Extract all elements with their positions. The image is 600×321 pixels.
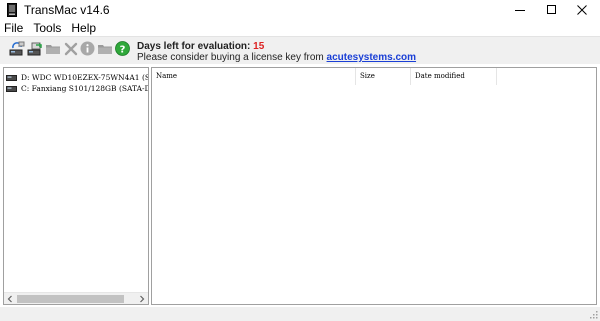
new-folder-icon <box>97 44 112 54</box>
drive-item-d[interactable]: D: WDC WD10EZEX-75WN4A1 (SATA-D <box>6 72 148 83</box>
evaluation-notice: Days left for evaluation: 15 <box>137 41 264 52</box>
window-title: TransMac v14.6 <box>24 3 110 17</box>
file-list[interactable]: Name Size Date modified <box>151 67 597 305</box>
new-folder-button <box>96 40 113 57</box>
resize-grip-icon[interactable] <box>589 310 598 319</box>
help-button[interactable]: ? <box>114 40 131 57</box>
chevron-left-icon <box>7 295 12 303</box>
drive-open-icon <box>27 42 42 55</box>
license-prefix: Please consider buying a license key fro… <box>137 52 324 63</box>
license-notice: Please consider buying a license key fro… <box>137 52 416 63</box>
column-header-name[interactable]: Name <box>152 68 356 85</box>
drive-label: C: Fanxiang S101/128GB (SATA-D <box>21 84 149 93</box>
column-header-date-modified[interactable]: Date modified <box>411 68 497 85</box>
delete-button <box>62 40 79 57</box>
hard-drive-icon <box>6 74 17 81</box>
title-bar: TransMac v14.6 <box>0 0 600 20</box>
hard-drive-icon <box>6 85 17 92</box>
drive-refresh-icon <box>9 41 24 55</box>
folder-icon <box>45 44 60 54</box>
close-button[interactable] <box>567 0 597 20</box>
scroll-right-button[interactable] <box>136 293 148 304</box>
menu-tools[interactable]: Tools <box>28 20 66 36</box>
scrollbar-thumb[interactable] <box>17 295 124 303</box>
drive-label: D: WDC WD10EZEX-75WN4A1 (SATA-D <box>21 73 148 82</box>
minimize-button[interactable] <box>505 0 535 20</box>
license-link[interactable]: acutesystems.com <box>327 52 417 63</box>
folder-button <box>44 40 61 57</box>
drive-tree[interactable]: D: WDC WD10EZEX-75WN4A1 (SATA-D C: Fanxi… <box>3 67 149 305</box>
column-header-size[interactable]: Size <box>356 68 411 85</box>
info-button <box>79 40 96 57</box>
help-icon: ? <box>115 41 130 56</box>
minimize-icon <box>515 10 525 11</box>
maximize-icon <box>547 5 556 14</box>
status-bar <box>0 307 600 321</box>
evaluation-days: 15 <box>253 41 265 52</box>
close-icon <box>577 5 587 15</box>
menu-file[interactable]: File <box>0 20 28 36</box>
refresh-drives-button[interactable] <box>8 40 25 57</box>
maximize-button[interactable] <box>537 0 567 20</box>
scroll-left-button[interactable] <box>4 293 16 304</box>
drive-item-c[interactable]: C: Fanxiang S101/128GB (SATA-D <box>6 83 149 94</box>
chevron-right-icon <box>140 295 145 303</box>
delete-icon <box>64 42 77 55</box>
menu-help[interactable]: Help <box>66 20 101 36</box>
menu-bar: File Tools Help <box>0 20 600 36</box>
toolbar: ? Days left for evaluation: 15 Please co… <box>0 36 600 64</box>
evaluation-label: Days left for evaluation: <box>137 41 251 52</box>
open-drive-button[interactable] <box>26 40 43 57</box>
transmac-app-icon <box>7 3 17 17</box>
horizontal-scrollbar[interactable] <box>4 292 148 304</box>
info-icon <box>80 41 95 56</box>
svg-text:?: ? <box>120 44 126 55</box>
